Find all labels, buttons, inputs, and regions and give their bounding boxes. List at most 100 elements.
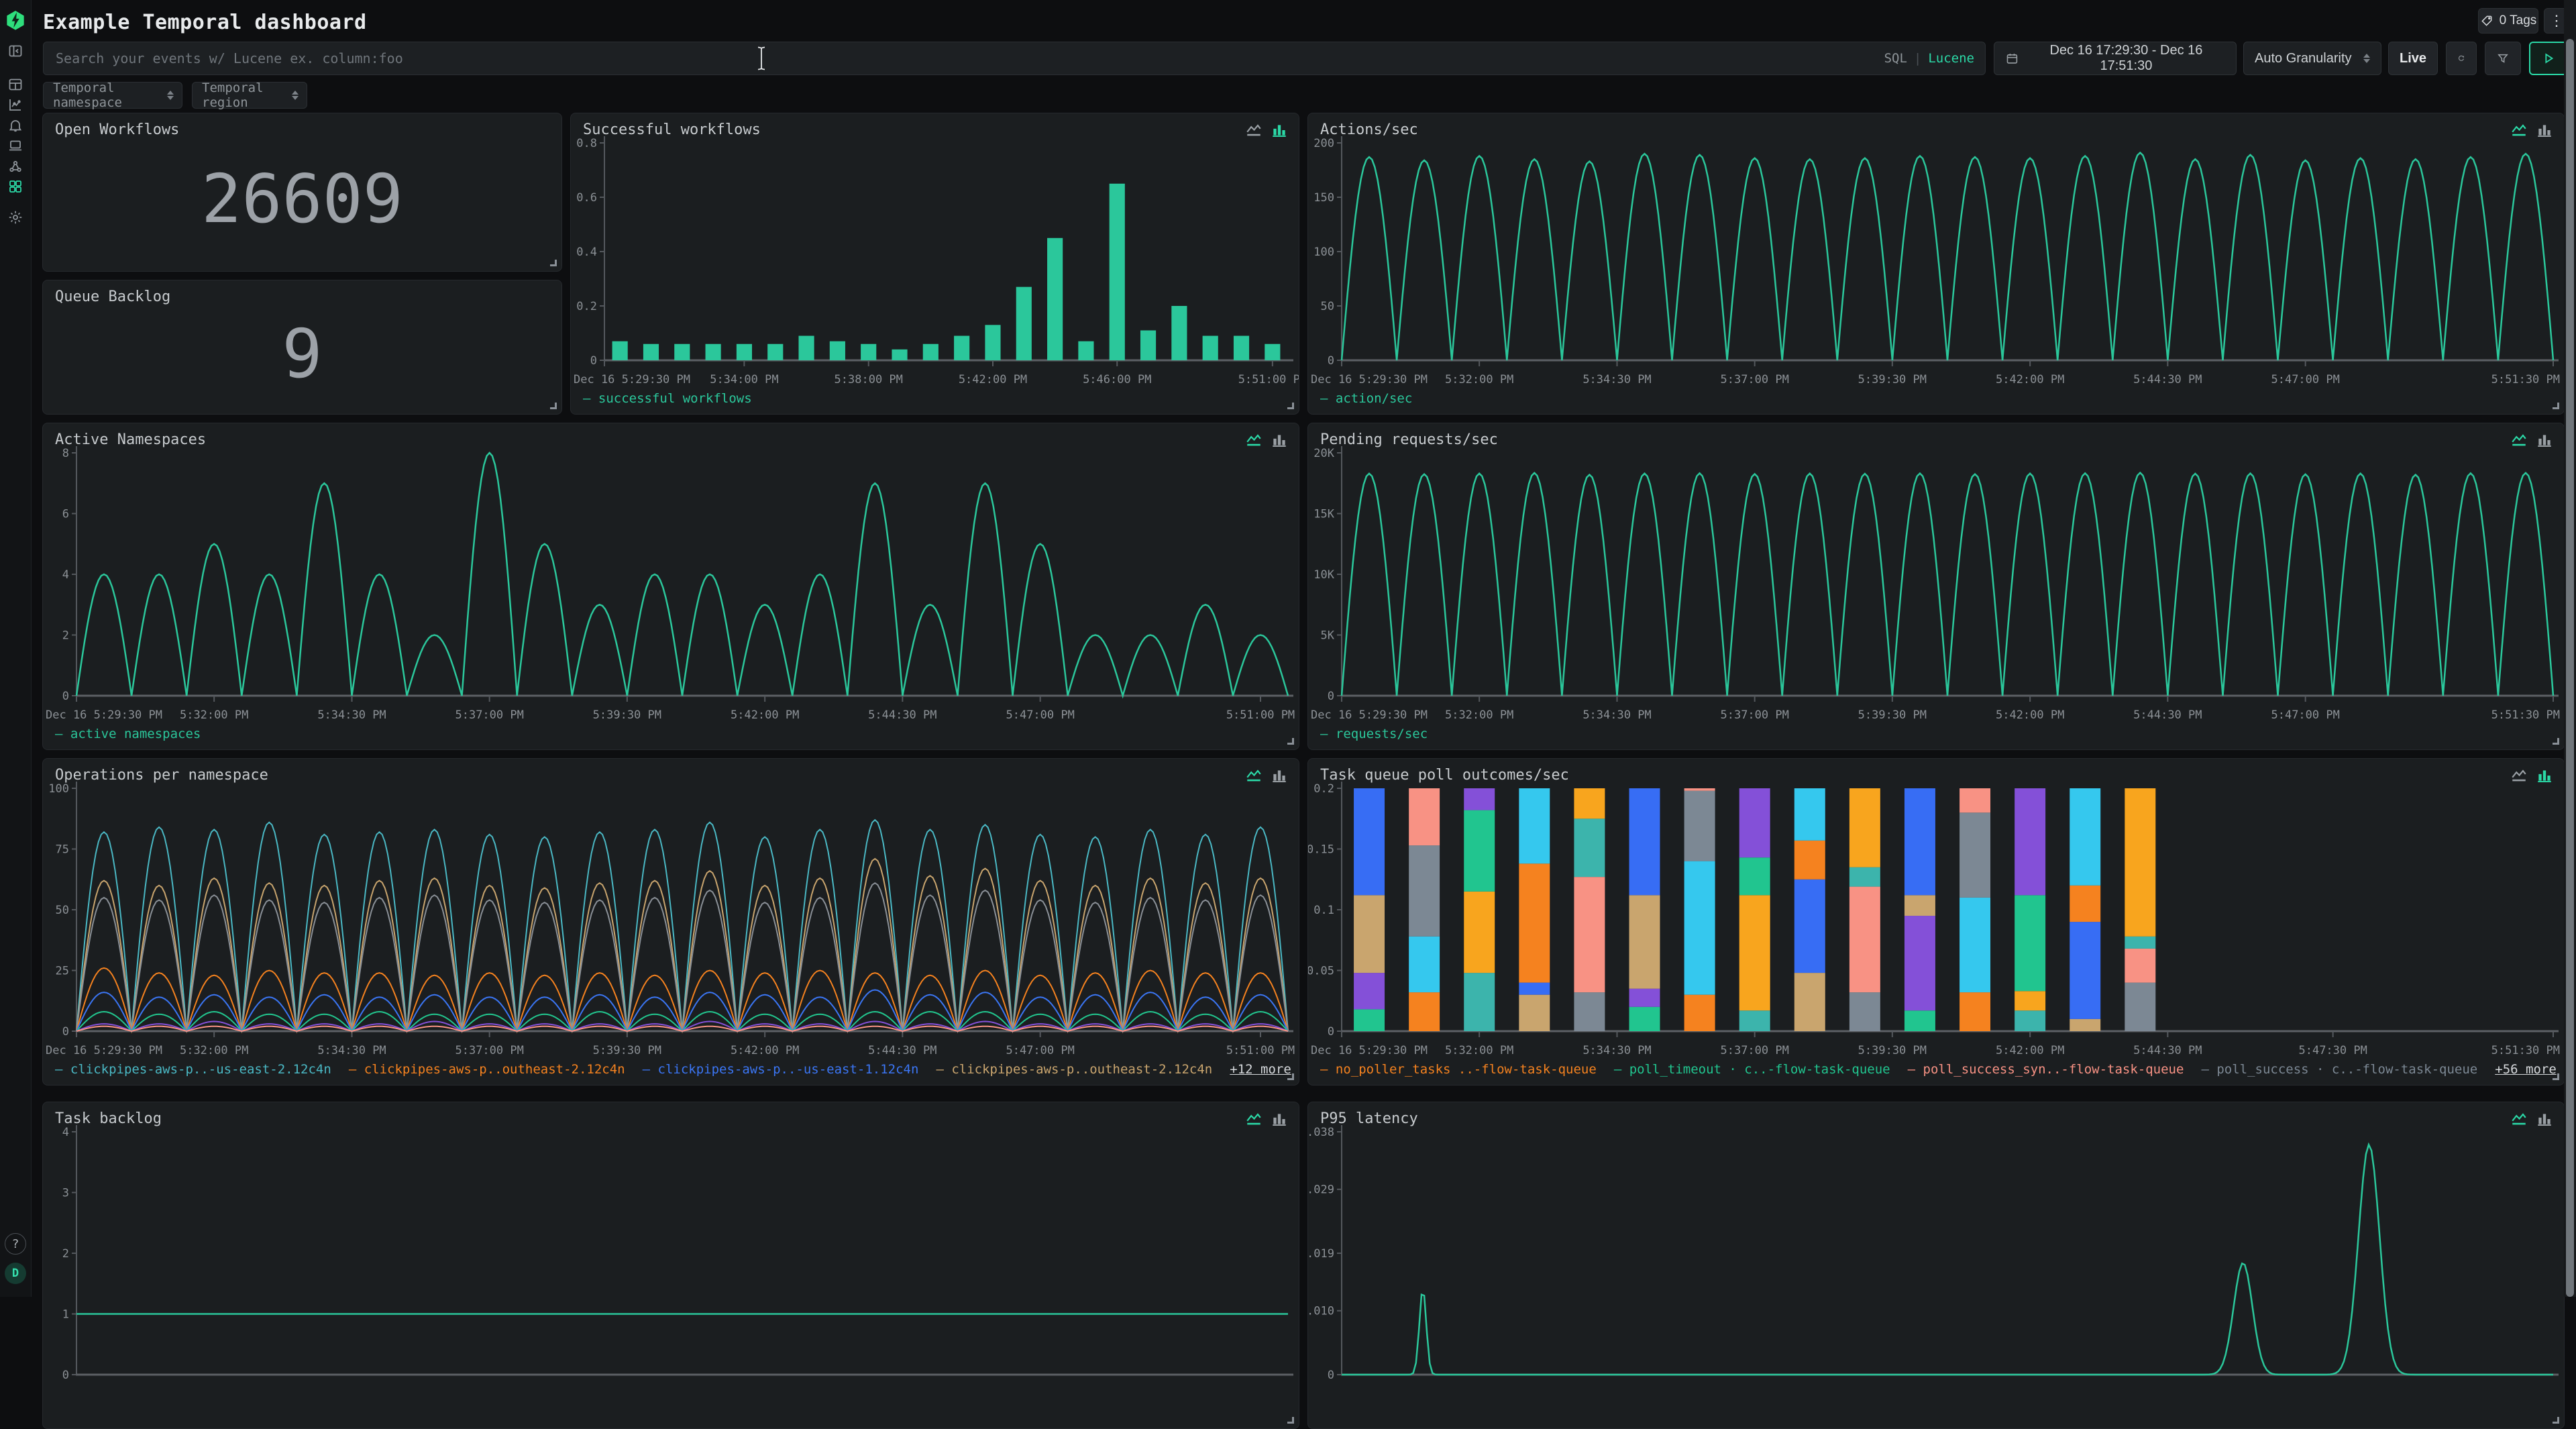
collapse-sidebar-icon[interactable] <box>7 43 23 59</box>
help-button[interactable]: ? <box>5 1233 26 1255</box>
bar-chart-toggle-icon[interactable] <box>2536 121 2553 139</box>
svg-text:0.4: 0.4 <box>576 246 597 259</box>
resize-handle[interactable] <box>1287 1417 1294 1424</box>
svg-text:5:39:30 PM: 5:39:30 PM <box>1858 373 1927 386</box>
panel-pending-requests: Pending requests/sec 20K15K10K5K0Dec 16 … <box>1307 423 2565 750</box>
live-button[interactable]: Live <box>2388 42 2438 75</box>
date-range-button[interactable]: Dec 16 17:29:30 - Dec 16 17:51:30 <box>1994 42 2237 75</box>
svg-text:5:51:30 PM: 5:51:30 PM <box>2491 373 2560 386</box>
svg-text:2: 2 <box>62 629 69 643</box>
bar-chart-toggle-icon[interactable] <box>1271 121 1288 139</box>
area-chart-toggle-icon[interactable] <box>2510 1110 2528 1128</box>
panel-p95-latency: P95 latency 0.0380.0290.0190.0100 <box>1307 1102 2565 1429</box>
area-chart-toggle-icon[interactable] <box>2510 121 2528 139</box>
bar-chart-toggle-icon[interactable] <box>2536 431 2553 449</box>
svg-text:0: 0 <box>590 354 597 368</box>
area-chart-toggle-icon[interactable] <box>2510 431 2528 449</box>
svg-text:5:42:00 PM: 5:42:00 PM <box>731 1044 799 1057</box>
resize-handle[interactable] <box>550 403 557 409</box>
panel-title: Open Workflows <box>55 121 179 138</box>
sessions-laptop-icon[interactable] <box>7 138 23 154</box>
svg-text:0.038: 0.038 <box>1308 1126 1334 1139</box>
svg-text:5:34:30 PM: 5:34:30 PM <box>1582 373 1651 386</box>
svg-text:0: 0 <box>62 690 69 703</box>
lucene-toggle-label[interactable]: Lucene <box>1928 51 1974 66</box>
sql-toggle-label[interactable]: SQL <box>1884 51 1907 66</box>
table-explorer-icon[interactable] <box>7 76 23 93</box>
chart-legend: — clickpipes-aws-p..-us-east-2.12c4n— cl… <box>55 1062 1291 1077</box>
legend-more-link[interactable]: +56 more <box>2495 1062 2557 1077</box>
filter-button[interactable] <box>2485 42 2521 75</box>
filter-chip-temporal-region[interactable]: Temporal region <box>192 82 307 109</box>
area-chart-toggle-icon[interactable] <box>1245 121 1263 139</box>
svg-text:25: 25 <box>56 965 69 978</box>
scrollbar-thumb[interactable] <box>2566 39 2574 1297</box>
svg-text:0.1: 0.1 <box>1313 904 1334 917</box>
legend-item: — poll_success_syn..-flow-task-queue <box>1908 1062 2184 1077</box>
panel-task-backlog: Task backlog 43210 <box>42 1102 1299 1429</box>
area-chart-toggle-icon[interactable] <box>1245 1110 1263 1128</box>
svg-text:5:38:00 PM: 5:38:00 PM <box>835 373 903 386</box>
granularity-select[interactable]: Auto Granularity <box>2243 42 2381 75</box>
area-chart-toggle-icon[interactable] <box>1245 431 1263 449</box>
resize-handle[interactable] <box>1287 738 1294 745</box>
chart-legend: — requests/sec <box>1320 727 1428 741</box>
resize-handle[interactable] <box>2553 738 2559 745</box>
svg-text:0.8: 0.8 <box>576 137 597 150</box>
svg-text:0.05: 0.05 <box>1308 965 1334 978</box>
svg-text:Dec 16 5:29:30 PM: Dec 16 5:29:30 PM <box>46 708 162 722</box>
bar-chart-toggle-icon[interactable] <box>1271 767 1288 784</box>
legend-more-link[interactable]: +12 more <box>1230 1062 1291 1077</box>
svg-text:5:34:30 PM: 5:34:30 PM <box>1582 1044 1651 1057</box>
area-chart-toggle-icon[interactable] <box>1245 767 1263 784</box>
svg-text:100: 100 <box>48 782 69 796</box>
stat-value: 26609 <box>43 159 561 237</box>
resize-handle[interactable] <box>2553 403 2559 409</box>
bar-chart-toggle-icon[interactable] <box>1271 1110 1288 1128</box>
bar-chart-toggle-icon[interactable] <box>1271 431 1288 449</box>
svg-text:5:51:30 PM: 5:51:30 PM <box>2491 708 2560 722</box>
svg-text:5:39:30 PM: 5:39:30 PM <box>1858 708 1927 722</box>
resize-handle[interactable] <box>2553 1417 2559 1424</box>
bar-chart-toggle-icon[interactable] <box>2536 767 2553 784</box>
legend-item: — active namespaces <box>55 727 201 741</box>
svg-text:5:51:00 PM: 5:51:00 PM <box>1238 373 1299 386</box>
svg-text:6: 6 <box>62 508 69 521</box>
refresh-button[interactable] <box>2446 42 2477 75</box>
panel-queue-backlog: Queue Backlog 9 <box>42 280 562 415</box>
svg-text:5:39:30 PM: 5:39:30 PM <box>1858 1044 1927 1057</box>
panel-successful-workflows: Successful workflows 0.80.60.40.20Dec 16… <box>570 113 1299 415</box>
dashboards-icon[interactable] <box>7 178 23 195</box>
query-language-toggle[interactable]: SQL | Lucene <box>1884 42 1974 74</box>
legend-item: — clickpipes-aws-p..outheast-2.12c4n <box>349 1062 625 1077</box>
page-scrollbar <box>2564 0 2576 1297</box>
tags-button[interactable]: 0 Tags <box>2478 8 2538 34</box>
svg-text:200: 200 <box>1313 137 1334 150</box>
svg-text:5K: 5K <box>1321 629 1335 643</box>
bar-chart-toggle-icon[interactable] <box>2536 1110 2553 1128</box>
resize-handle[interactable] <box>1287 403 1294 409</box>
legend-item: — action/sec <box>1320 391 1412 406</box>
alerts-bell-icon[interactable] <box>7 117 23 134</box>
filter-chip-temporal-namespace[interactable]: Temporal namespace <box>43 82 182 109</box>
svg-text:2: 2 <box>62 1247 69 1261</box>
svg-text:50: 50 <box>56 904 69 917</box>
service-map-icon[interactable] <box>7 158 23 174</box>
settings-gear-icon[interactable] <box>7 209 23 225</box>
user-avatar[interactable]: D <box>5 1263 26 1284</box>
panel-title: Active Namespaces <box>55 431 206 448</box>
chevron-updown-icon <box>2363 54 2370 63</box>
chart-explorer-icon[interactable] <box>7 97 23 113</box>
svg-text:0.6: 0.6 <box>576 191 597 205</box>
svg-text:5:34:30 PM: 5:34:30 PM <box>1582 708 1651 722</box>
resize-handle[interactable] <box>550 260 557 266</box>
filter-funnel-icon <box>2496 51 2510 66</box>
area-chart-toggle-icon[interactable] <box>2510 767 2528 784</box>
svg-text:5:47:00 PM: 5:47:00 PM <box>1006 1044 1074 1057</box>
tags-button-label: 0 Tags <box>2500 13 2537 28</box>
app-logo-icon[interactable] <box>5 9 26 31</box>
search-input[interactable] <box>44 42 1985 74</box>
svg-text:0.010: 0.010 <box>1308 1305 1334 1318</box>
legend-item: — poll_success · c..-flow-task-queue <box>2201 1062 2477 1077</box>
run-query-button[interactable] <box>2529 42 2568 75</box>
